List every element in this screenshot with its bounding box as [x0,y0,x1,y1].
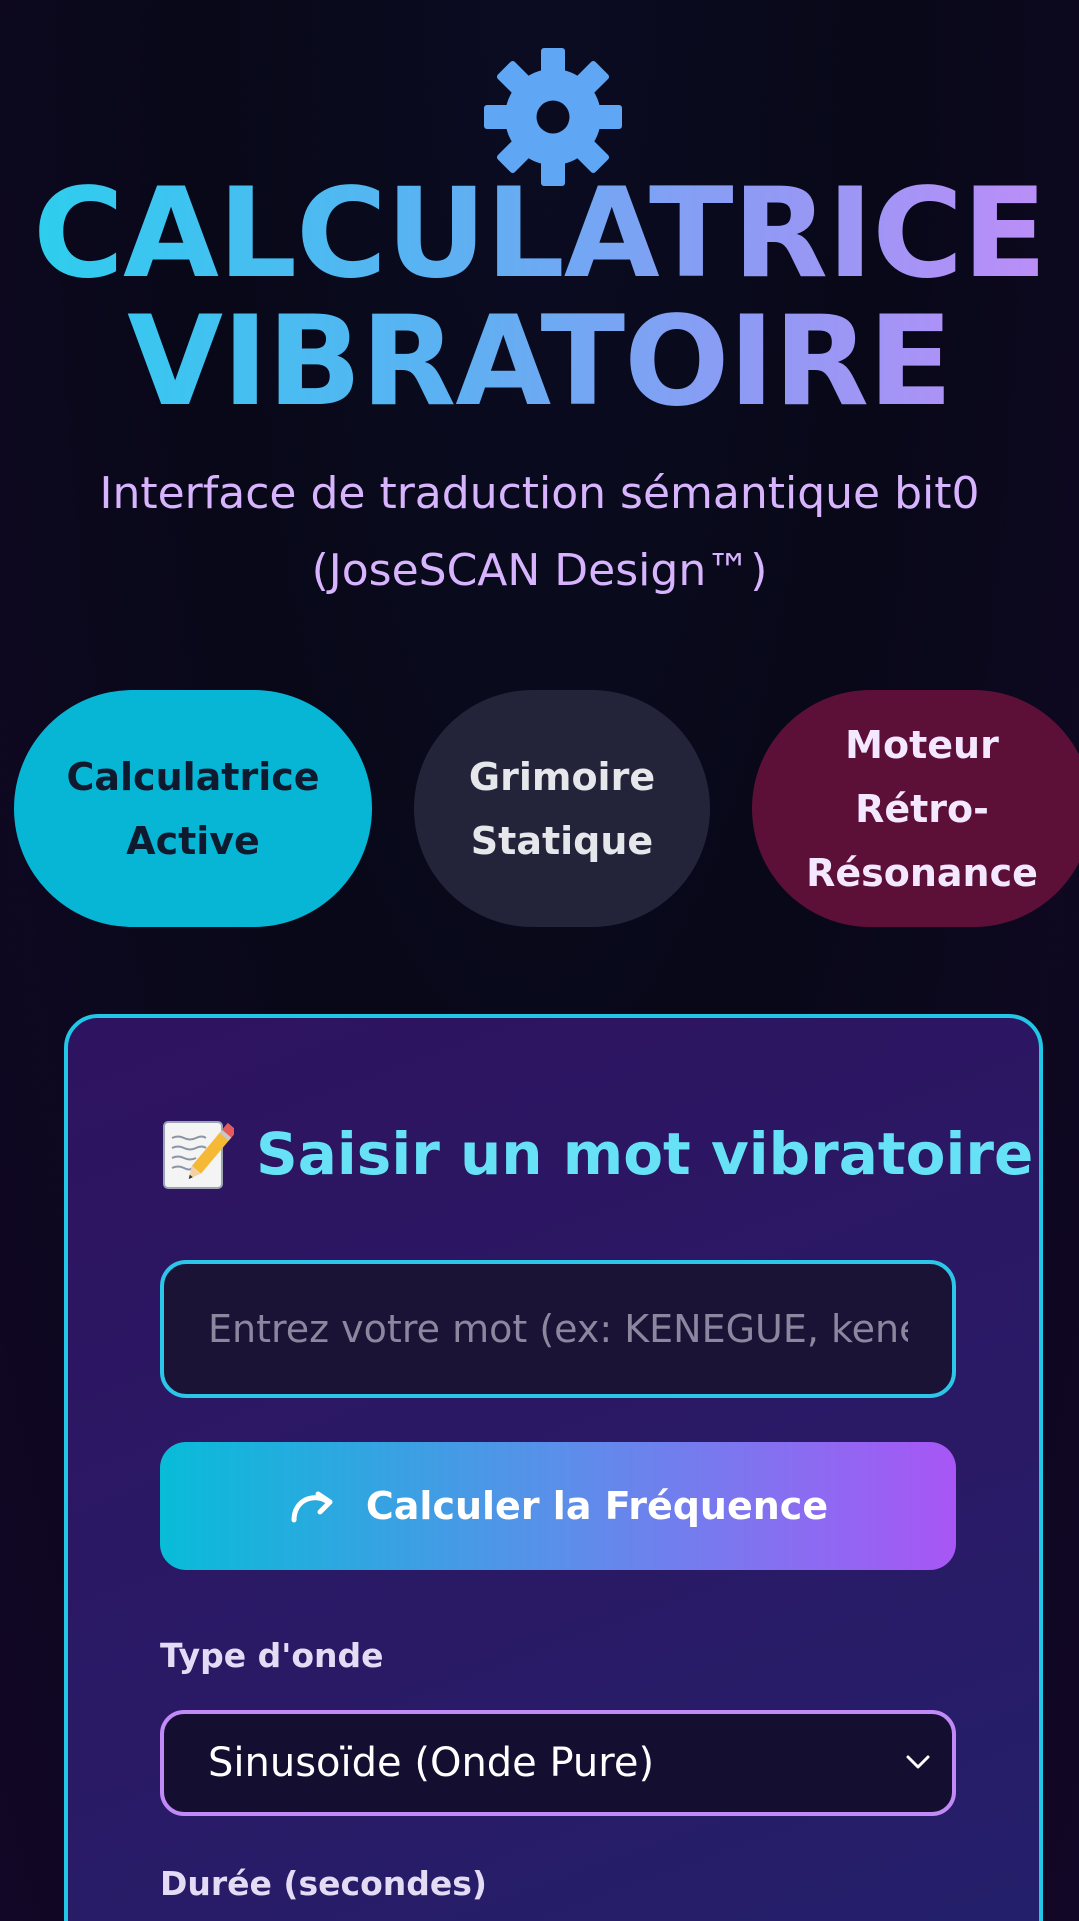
tab-grimoire-statique[interactable]: Grimoire Statique [414,690,710,927]
duration-label: Durée (secondes) [160,1864,487,1903]
page-subtitle-line-1: Interface de traduction sémantique bit0 [99,468,980,519]
memo-icon [163,1121,234,1189]
tab-calculatrice-label-2: Active [126,818,260,863]
chevron-down-icon [906,1755,930,1769]
tab-grimoire-label-2: Statique [470,818,654,863]
tab-moteur-retro-resonance[interactable]: Moteur Rétro- Résonance [752,690,1079,927]
tab-moteur-label-2: Rétro- [855,786,989,831]
page-subtitle-line-2: (JoseSCAN Design™) [311,545,768,596]
card-title: Saisir un mot vibratoire [160,1116,1033,1192]
card-title-text: Saisir un mot vibratoire [256,1120,1034,1188]
word-input[interactable] [160,1260,956,1398]
tab-calculatrice-active[interactable]: Calculatrice Active [14,690,372,927]
calculate-frequency-button[interactable]: Calculer la Fréquence [160,1442,956,1570]
page-title-line-2: VIBRATOIRE [127,290,952,434]
tab-moteur-label-1: Moteur [845,722,999,767]
tab-calculatrice-label-1: Calculatrice [66,754,320,799]
calculate-frequency-label: Calculer la Fréquence [365,1484,829,1528]
page-title-line-1: CALCULATRICE [33,162,1046,306]
page-subtitle: Interface de traduction sémantique bit0 … [60,455,1019,609]
wave-type-selected-value: Sinusoïde (Onde Pure) [208,1740,655,1786]
tab-moteur-label-3: Résonance [806,850,1038,895]
wave-type-select[interactable]: Sinusoïde (Onde Pure) [160,1710,956,1816]
page-title: CALCULATRICE VIBRATOIRE [0,170,1079,426]
word-input-card: Saisir un mot vibratoire Calculer la Fré… [64,1014,1043,1921]
wave-type-label: Type d'onde [160,1636,384,1675]
tab-grimoire-label-1: Grimoire [468,754,656,799]
redo-icon [291,1491,333,1523]
